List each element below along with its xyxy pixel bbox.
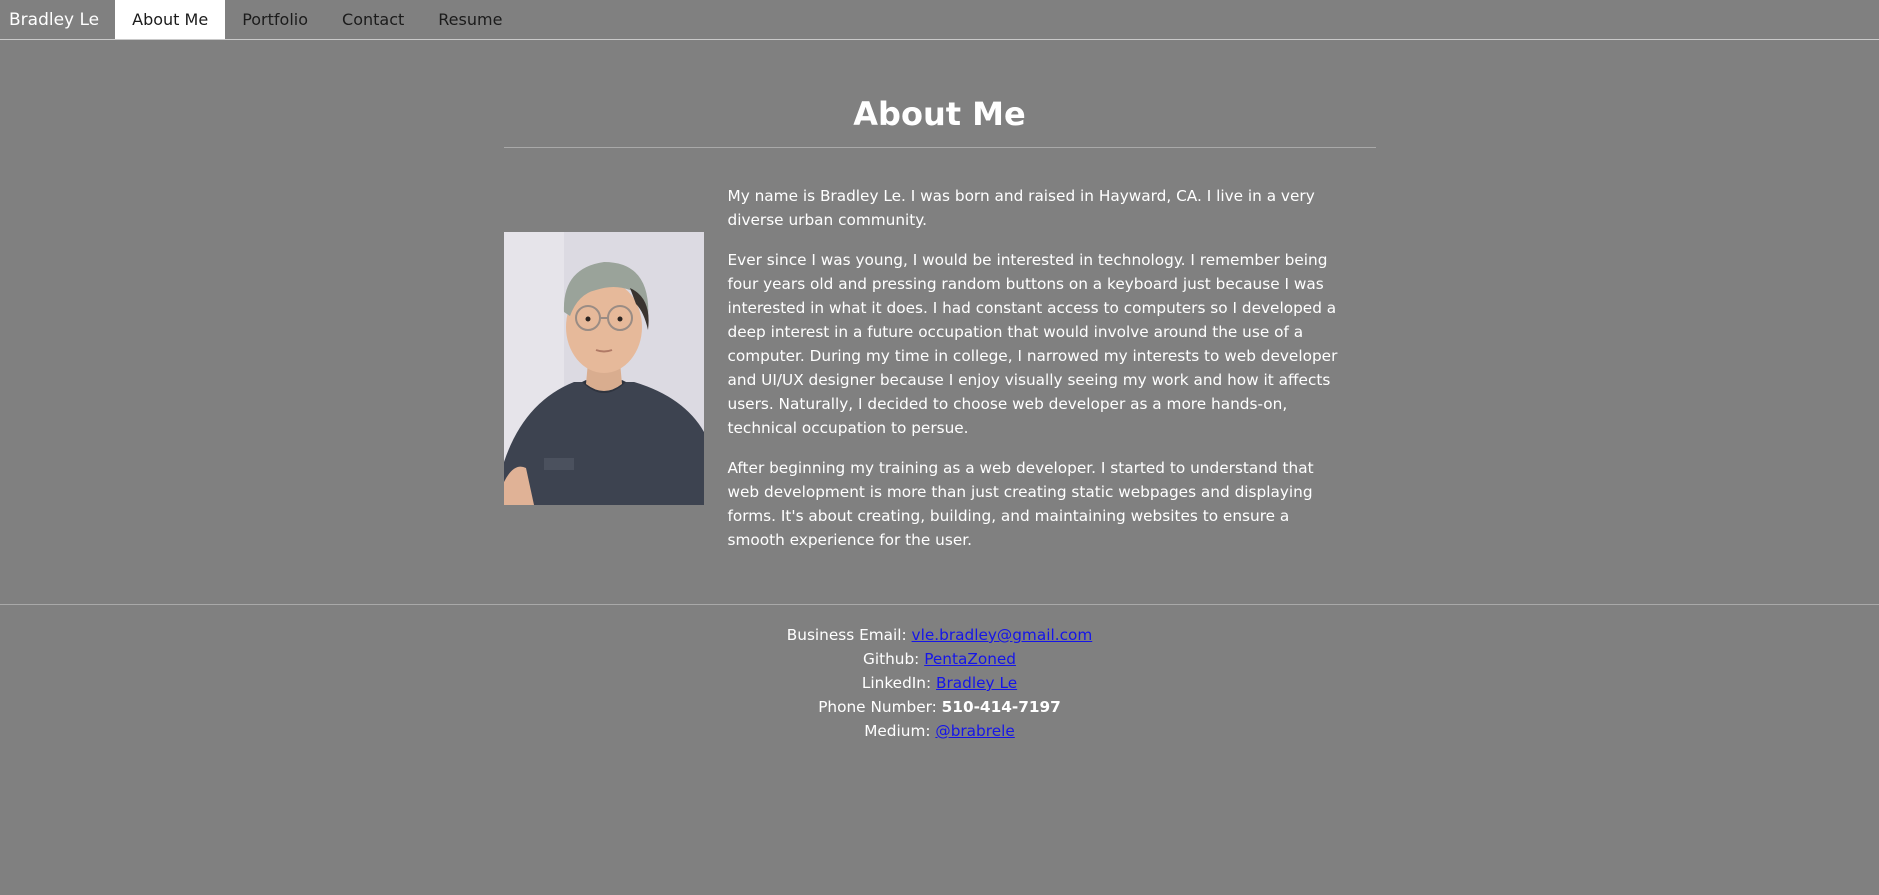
phone-label: Phone Number:	[818, 698, 942, 716]
email-link[interactable]: vle.bradley@gmail.com	[912, 626, 1093, 644]
linkedin-label: LinkedIn:	[861, 674, 936, 692]
about-paragraph-2: Ever since I was young, I would be inter…	[727, 251, 1338, 437]
medium-label: Medium:	[864, 722, 936, 740]
nav-item-contact[interactable]: Contact	[325, 0, 421, 39]
about-paragraph-1: My name is Bradley Le. I was born and ra…	[727, 187, 1315, 229]
medium-line: Medium: @brabrele	[0, 719, 1879, 743]
linkedin-line: LinkedIn: Bradley Le	[0, 671, 1879, 695]
nav-item-portfolio[interactable]: Portfolio	[225, 0, 325, 39]
medium-link[interactable]: @brabrele	[935, 722, 1014, 740]
contact-footer: Business Email: vle.bradley@gmail.com Gi…	[0, 604, 1879, 743]
about-paragraph-3: After beginning my training as a web dev…	[727, 459, 1314, 549]
top-navbar: Bradley Le About Me Portfolio Contact Re…	[0, 0, 1879, 40]
about-section: My name is Bradley Le. I was born and ra…	[503, 184, 1376, 552]
nav-item-about-me[interactable]: About Me	[115, 0, 226, 39]
github-link[interactable]: PentaZoned	[924, 650, 1016, 668]
github-label: Github:	[862, 650, 925, 668]
profile-photo	[503, 231, 704, 505]
about-text: My name is Bradley Le. I was born and ra…	[728, 184, 1350, 552]
nav-item-resume[interactable]: Resume	[421, 0, 519, 39]
phone-number: 510-414-7197	[941, 698, 1061, 716]
phone-line: Phone Number: 510-414-7197	[0, 695, 1879, 719]
email-label: Business Email:	[786, 626, 912, 644]
brand-name[interactable]: Bradley Le	[0, 0, 115, 39]
github-line: Github: PentaZoned	[0, 647, 1879, 671]
linkedin-link[interactable]: Bradley Le	[936, 674, 1017, 692]
email-line: Business Email: vle.bradley@gmail.com	[0, 623, 1879, 647]
main-content: About Me My name is Bradley Le. I was bo…	[503, 40, 1376, 552]
page-title: About Me	[503, 95, 1376, 148]
